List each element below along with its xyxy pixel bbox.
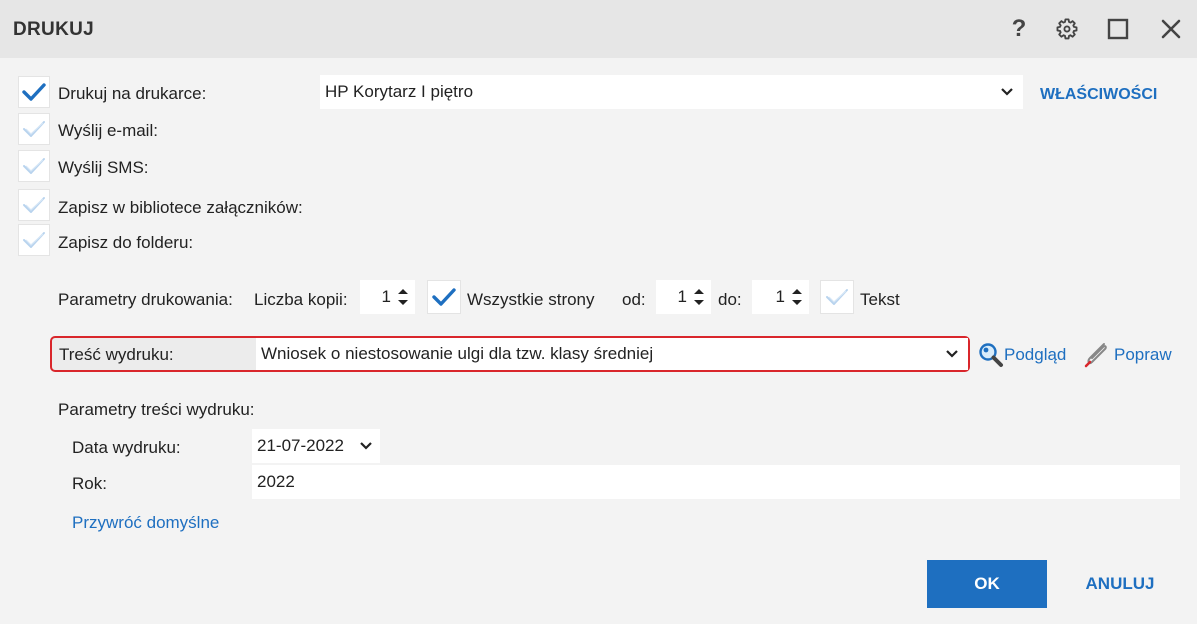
print-content-row: Treść wydruku: Wniosek o niestosowanie u… [50,336,970,372]
send-sms-label: Wyślij SMS: [58,158,149,177]
print-date-value: 21-07-2022 [257,436,344,455]
content-params-label: Parametry treści wydruku: [58,400,255,419]
save-folder-label: Zapisz do folderu: [58,233,194,252]
gear-icon[interactable] [1052,14,1082,44]
all-pages-label: Wszystkie strony [467,290,595,309]
stepper-arrows-icon[interactable] [397,286,409,308]
maximize-icon[interactable] [1103,14,1133,44]
chevron-down-icon [360,442,372,450]
all-pages-checkbox[interactable] [427,280,461,314]
chevron-down-icon [1001,88,1013,96]
copies-stepper[interactable]: 1 [360,280,415,314]
preview-link[interactable]: Podgląd [1004,345,1066,365]
to-value: 1 [775,287,785,306]
print-content-label: Treść wydruku: [59,345,174,364]
properties-link[interactable]: WŁAŚCIWOŚCI [1040,86,1157,104]
print-content-select[interactable]: Wniosek o niestosowanie ulgi dla tzw. kl… [256,338,968,370]
check-icon [22,83,46,101]
print-on-printer-checkbox[interactable] [18,76,50,108]
stepper-arrows-icon[interactable] [791,286,803,308]
chevron-down-icon [946,350,958,358]
print-params-label: Parametry drukowania: [58,290,233,309]
print-on-printer-label: Drukuj na drukarce: [58,84,207,103]
to-stepper[interactable]: 1 [752,280,809,314]
title-bar: DRUKUJ ? [0,0,1197,58]
copies-label: Liczba kopii: [254,290,348,309]
preview-icon[interactable] [978,342,1004,368]
year-input[interactable]: 2022 [252,465,1180,499]
check-icon [23,232,45,248]
print-content-value: Wniosek o niestosowanie ulgi dla tzw. kl… [261,344,654,363]
to-label: do: [718,290,742,309]
edit-icon[interactable] [1084,341,1112,369]
close-icon[interactable] [1156,14,1186,44]
year-label: Rok: [72,474,107,493]
copies-value: 1 [381,287,391,306]
ok-button[interactable]: OK [927,560,1047,608]
from-value: 1 [677,287,687,306]
year-value: 2022 [257,472,295,491]
help-icon[interactable]: ? [1004,14,1034,44]
save-folder-checkbox[interactable] [18,224,50,256]
dialog-title: DRUKUJ [13,19,94,40]
send-email-checkbox[interactable] [18,113,50,145]
save-attachments-label: Zapisz w bibliotece załączników: [58,198,303,217]
check-icon [826,289,848,305]
dialog-body: Drukuj na drukarce: Wyślij e-mail: Wyśli… [0,58,1197,624]
restore-defaults-link[interactable]: Przywróć domyślne [72,513,219,533]
print-date-label: Data wydruku: [72,438,181,457]
save-attachments-checkbox[interactable] [18,189,50,221]
send-sms-checkbox[interactable] [18,150,50,182]
check-icon [23,197,45,213]
send-email-label: Wyślij e-mail: [58,121,158,140]
from-stepper[interactable]: 1 [656,280,711,314]
cancel-button[interactable]: ANULUJ [1068,560,1172,608]
stepper-arrows-icon[interactable] [693,286,705,308]
check-icon [23,158,45,174]
text-checkbox[interactable] [820,280,854,314]
printer-select-value: HP Korytarz I piętro [325,82,474,101]
text-label: Tekst [860,290,900,309]
check-icon [23,121,45,137]
printer-select[interactable]: HP Korytarz I piętro [320,75,1023,109]
from-label: od: [622,290,646,309]
check-icon [432,288,456,306]
edit-link[interactable]: Popraw [1114,345,1172,365]
print-date-picker[interactable]: 21-07-2022 [252,429,380,463]
